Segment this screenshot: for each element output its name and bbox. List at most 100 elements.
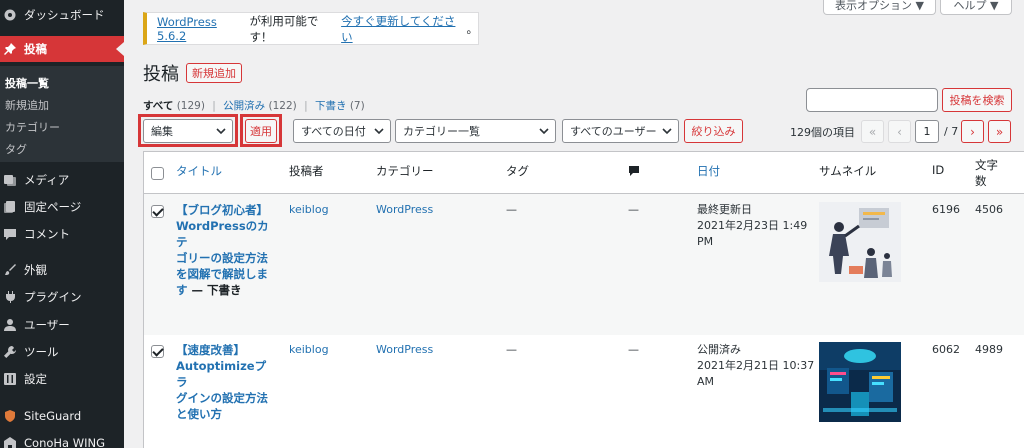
post-thumbnail [819,202,901,282]
brush-icon [5,264,16,275]
post-comments: — [628,343,639,356]
current-page-input[interactable]: 1 [915,120,939,143]
sidebar-item-users[interactable]: ユーザー [0,312,124,338]
row-checkbox[interactable] [151,345,164,358]
column-date[interactable]: 日付 [697,163,720,179]
wordpress-version-link[interactable]: WordPress 5.6.2 [157,15,249,43]
post-title-link[interactable]: 【速度改善】 Autoptimizeプラ グインの設定方法 と使い方 [176,342,276,422]
post-state: — 下書き [187,283,242,297]
sidebar-item-appearance[interactable]: 外観 [0,257,124,283]
sidebar-item-pages[interactable]: 固定ページ [0,194,124,220]
update-now-link[interactable]: 今すぐ更新してください [341,13,466,45]
post-title-line: グインの設定方法 [176,391,268,405]
post-id: 6196 [932,203,960,216]
posts-submenu: 投稿一覧 新規追加 カテゴリー タグ [0,66,124,162]
sidebar-item-label: 設定 [24,372,47,386]
submenu-categories[interactable]: カテゴリー [5,119,60,135]
media-icon [4,175,16,186]
status-links: すべて (129) | 公開済み (122) | 下書き (7) [143,98,365,113]
status-all[interactable]: すべて [143,100,173,112]
first-page-button[interactable]: « [861,120,884,143]
post-title-line: を図解で解説しま [176,267,268,281]
search-posts-button[interactable]: 投稿を検索 [942,88,1012,112]
column-tags: タグ [506,164,529,178]
post-char-count: 4506 [975,203,1003,216]
submenu-all-posts[interactable]: 投稿一覧 [5,75,49,91]
status-draft[interactable]: 下書き [315,100,347,112]
sidebar-item-label: ユーザー [24,318,70,332]
post-title-line: 【ブログ初心者】 [176,203,268,217]
conoha-icon [4,437,16,448]
sidebar-item-tools[interactable]: ツール [0,339,124,365]
status-published[interactable]: 公開済み [223,100,265,112]
admin-sidebar: ダッシュボード 投稿 投稿一覧 新規追加 カテゴリー タグ メディア 固定ページ… [0,0,124,448]
total-pages: / 7 [944,125,959,138]
column-thumbnail: サムネイル [819,164,877,178]
category-filter-select[interactable]: カテゴリー一覧 [395,119,556,143]
post-title-link[interactable]: 【ブログ初心者】 WordPressのカテ ゴリーの設定方法 を図解で解説しま … [176,202,276,298]
post-char-count: 4989 [975,343,1003,356]
add-new-button[interactable]: 新規追加 [186,63,242,83]
wrench-icon [4,346,16,358]
post-date-status: 最終更新日 [697,203,752,216]
submenu-add-new[interactable]: 新規追加 [5,97,49,113]
comment-icon [4,229,16,240]
help-button[interactable]: ヘルプ ▼ [940,0,1012,15]
date-filter-value: すべての日付 [301,125,366,138]
post-author[interactable]: keiblog [289,342,329,358]
date-filter-select[interactable]: すべての日付 [293,119,391,143]
search-input[interactable] [806,88,938,112]
comment-icon[interactable] [628,165,640,177]
sidebar-item-siteguard[interactable]: SiteGuard [0,403,124,429]
update-notice: WordPress 5.6.2 が利用可能です！ 今すぐ更新してください 。 [143,12,479,45]
sidebar-item-plugins[interactable]: プラグイン [0,284,124,310]
screen-options-button[interactable]: 表示オプション ▼ [823,0,936,15]
sidebar-item-settings[interactable]: 設定 [0,366,124,392]
last-page-button[interactable]: » [988,120,1011,143]
post-category[interactable]: WordPress [376,342,433,358]
prev-page-button[interactable]: ‹ [888,120,911,143]
column-author: 投稿者 [289,164,324,178]
post-tags: — [506,203,517,216]
next-page-button[interactable]: › [961,120,984,143]
sidebar-item-comments[interactable]: コメント [0,221,124,247]
chevron-down-icon [374,128,384,135]
select-all-checkbox[interactable] [151,167,164,180]
chevron-down-icon [216,128,226,135]
apply-button[interactable]: 適用 [245,119,277,143]
table-header-divider [143,193,1024,194]
post-date-status: 公開済み [697,343,741,356]
bulk-action-select[interactable]: 編集 [143,119,233,143]
dashboard-icon [4,9,16,21]
status-published-count: (122) [268,100,297,112]
page-icon [4,201,15,213]
filter-button[interactable]: 絞り込み [684,119,743,143]
bulk-action-value: 編集 [151,125,173,138]
sidebar-item-dashboard[interactable]: ダッシュボード [0,2,124,28]
chevron-down-icon [539,128,549,135]
sidebar-item-label: ツール [24,345,59,359]
user-filter-select[interactable]: すべてのユーザー [562,119,679,143]
post-date: 2021年2月23日 1:49 [697,219,808,232]
pin-icon [4,43,16,55]
separator: | [304,100,308,112]
sidebar-item-label: コメント [24,227,70,241]
post-date: 2021年2月21日 10:37 [697,359,815,372]
siteguard-icon [5,410,15,422]
sidebar-item-posts[interactable]: 投稿 [0,36,124,62]
user-filter-value: すべてのユーザー [570,125,657,138]
post-category[interactable]: WordPress [376,202,433,218]
row-checkbox[interactable] [151,205,164,218]
sidebar-item-label: 外観 [24,263,47,277]
chevron-down-icon [662,128,672,135]
column-title[interactable]: タイトル [176,163,222,179]
category-filter-value: カテゴリー一覧 [403,125,480,138]
post-id: 6062 [932,343,960,356]
post-title-line: す [176,283,188,297]
sidebar-item-label: 固定ページ [24,200,82,214]
post-author[interactable]: keiblog [289,202,329,218]
plugin-icon [6,291,15,303]
sidebar-item-media[interactable]: メディア [0,167,124,193]
submenu-tags[interactable]: タグ [5,141,27,157]
sidebar-item-conoha[interactable]: ConoHa WING [0,430,124,448]
